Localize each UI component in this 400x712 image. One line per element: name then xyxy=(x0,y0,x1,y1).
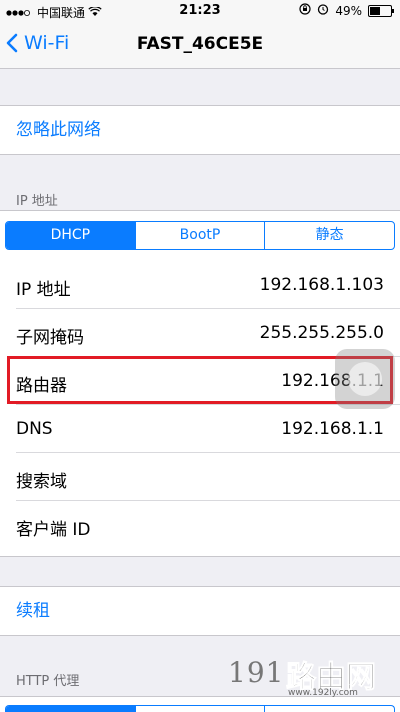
proxy-segment-manual[interactable] xyxy=(135,706,265,712)
forget-network-button[interactable]: 忽略此网络 xyxy=(0,106,400,154)
page-title: FAST_46CE5E xyxy=(0,34,400,54)
watermark-url: www.192ly.com xyxy=(288,688,358,698)
row-label: 搜索域 xyxy=(16,467,67,492)
segment-dhcp[interactable]: DHCP xyxy=(6,222,135,249)
row-label: 子网掩码 xyxy=(16,323,84,348)
ip-mode-segmented-control: DHCP BootP 静态 xyxy=(5,221,395,250)
row-value: 192.168.1.103 xyxy=(260,275,384,295)
search-domain-row[interactable]: 搜索域 xyxy=(0,453,400,501)
row-value: 192.168.1.1 xyxy=(281,419,384,439)
dns-row[interactable]: DNS 192.168.1.1 xyxy=(0,405,400,453)
proxy-segment-off[interactable] xyxy=(6,706,135,712)
battery-percent: 49% xyxy=(335,4,362,18)
navigation-bar: Wi-Fi FAST_46CE5E xyxy=(0,22,400,69)
ip-section-header: IP 地址 xyxy=(16,190,58,209)
renew-lease-group: 续租 xyxy=(0,586,400,636)
row-value: 255.255.255.0 xyxy=(260,323,384,343)
row-label: IP 地址 xyxy=(16,275,71,300)
assistive-touch-dot xyxy=(348,362,382,396)
alarm-icon xyxy=(317,3,329,18)
row-label: DNS xyxy=(16,419,53,439)
watermark-number: 191 xyxy=(228,656,284,689)
client-id-row[interactable]: 客户端 ID xyxy=(0,501,400,549)
proxy-segment-auto[interactable] xyxy=(264,706,394,712)
ip-address-row: IP 地址 192.168.1.103 xyxy=(0,261,400,309)
renew-lease-button[interactable]: 续租 xyxy=(0,587,400,635)
forget-network-group: 忽略此网络 xyxy=(0,105,400,155)
site-watermark-logo: 191 路由网 www.192ly.com xyxy=(228,652,400,702)
assistive-touch-button[interactable] xyxy=(335,349,395,409)
status-bar: 中国联通 21:23 49% xyxy=(0,0,400,22)
segment-static[interactable]: 静态 xyxy=(264,222,394,249)
status-right: 49% xyxy=(299,3,392,18)
row-label: 客户端 ID xyxy=(16,515,91,540)
battery-icon xyxy=(368,5,392,17)
rotation-lock-icon xyxy=(299,3,311,18)
http-proxy-header: HTTP 代理 xyxy=(16,670,79,689)
segment-bootp[interactable]: BootP xyxy=(135,222,265,249)
